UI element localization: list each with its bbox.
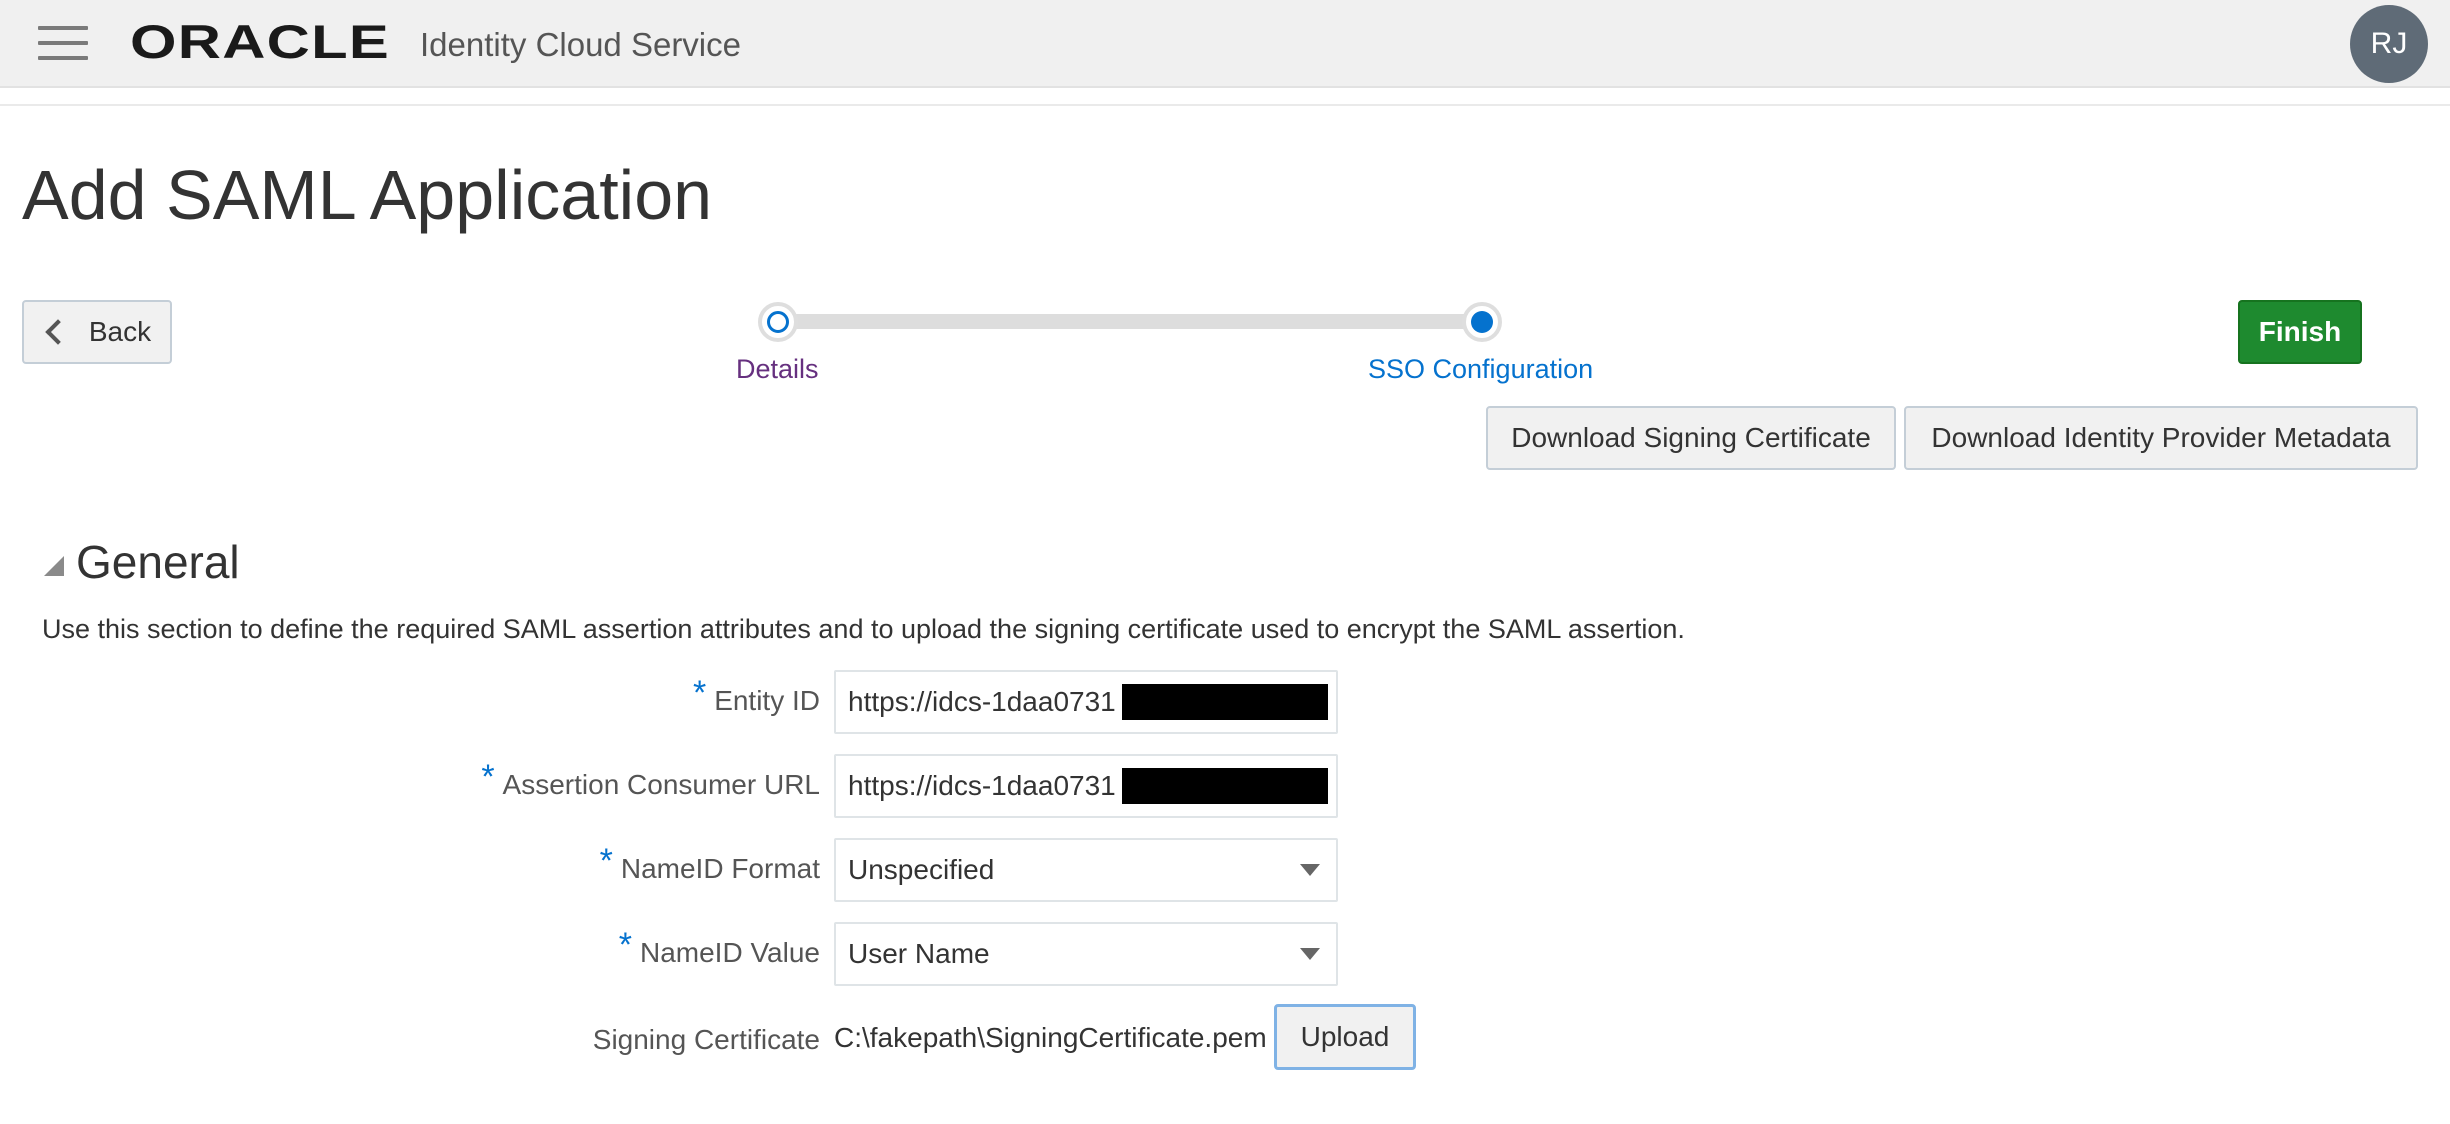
user-avatar[interactable]: RJ [2350,5,2428,83]
oracle-logo: ORACLE [130,18,390,66]
acs-url-value: https://idcs-1daa0731 [848,770,1116,801]
entity-id-input[interactable]: https://idcs-1daa0731 [834,670,1338,734]
required-marker: * [618,926,632,964]
nameid-value-value: User Name [848,938,990,969]
section-title-general: General [76,536,240,588]
nameid-format-select[interactable]: Unspecified [834,838,1338,902]
caret-down-icon[interactable] [1300,864,1320,876]
svg-text:ORACLE: ORACLE [130,18,390,66]
entity-id-label: * Entity ID [692,674,820,716]
required-marker: * [599,842,613,880]
entity-id-value: https://idcs-1daa0731 [848,686,1116,717]
required-marker: * [692,674,707,712]
section-description: Use this section to define the required … [42,614,1685,644]
train-label-sso-configuration[interactable]: SSO Configuration [1368,354,1593,385]
back-button[interactable]: Back [22,300,172,364]
nameid-format-label: * NameID Format [599,842,820,884]
train-label-details[interactable]: Details [736,354,819,385]
train-track [778,314,1482,329]
product-name: Identity Cloud Service [420,26,741,63]
finish-button[interactable]: Finish [2238,300,2362,364]
header-divider [0,104,2450,106]
redaction-bar [1122,684,1328,720]
redaction-bar [1122,768,1328,804]
hamburger-icon[interactable] [38,26,88,60]
chevron-left-icon [45,319,71,345]
triangle-expanded-icon[interactable] [44,556,64,576]
download-signing-certificate-button[interactable]: Download Signing Certificate [1486,406,1896,470]
back-button-label: Back [88,316,152,347]
acs-url-label: * Assertion Consumer URL [481,758,820,800]
signing-certificate-label: Signing Certificate [592,1024,820,1055]
page-title: Add SAML Application [22,156,713,234]
caret-down-icon[interactable] [1300,948,1320,960]
train-stop-sso-configuration[interactable] [1462,302,1502,342]
nameid-format-value: Unspecified [848,854,995,885]
download-idp-metadata-button[interactable]: Download Identity Provider Metadata [1904,406,2418,470]
train-stop-details[interactable] [758,302,798,342]
nameid-value-select[interactable]: User Name [834,922,1338,986]
signing-certificate-path: C:\fakepath\SigningCertificate.pem [834,1022,1267,1053]
acs-url-input[interactable]: https://idcs-1daa0731 [834,754,1338,818]
top-bar: ORACLE Identity Cloud Service RJ [0,0,2450,88]
upload-button[interactable]: Upload [1274,1004,1416,1070]
nameid-value-label: * NameID Value [618,926,820,968]
required-marker: * [481,758,495,796]
